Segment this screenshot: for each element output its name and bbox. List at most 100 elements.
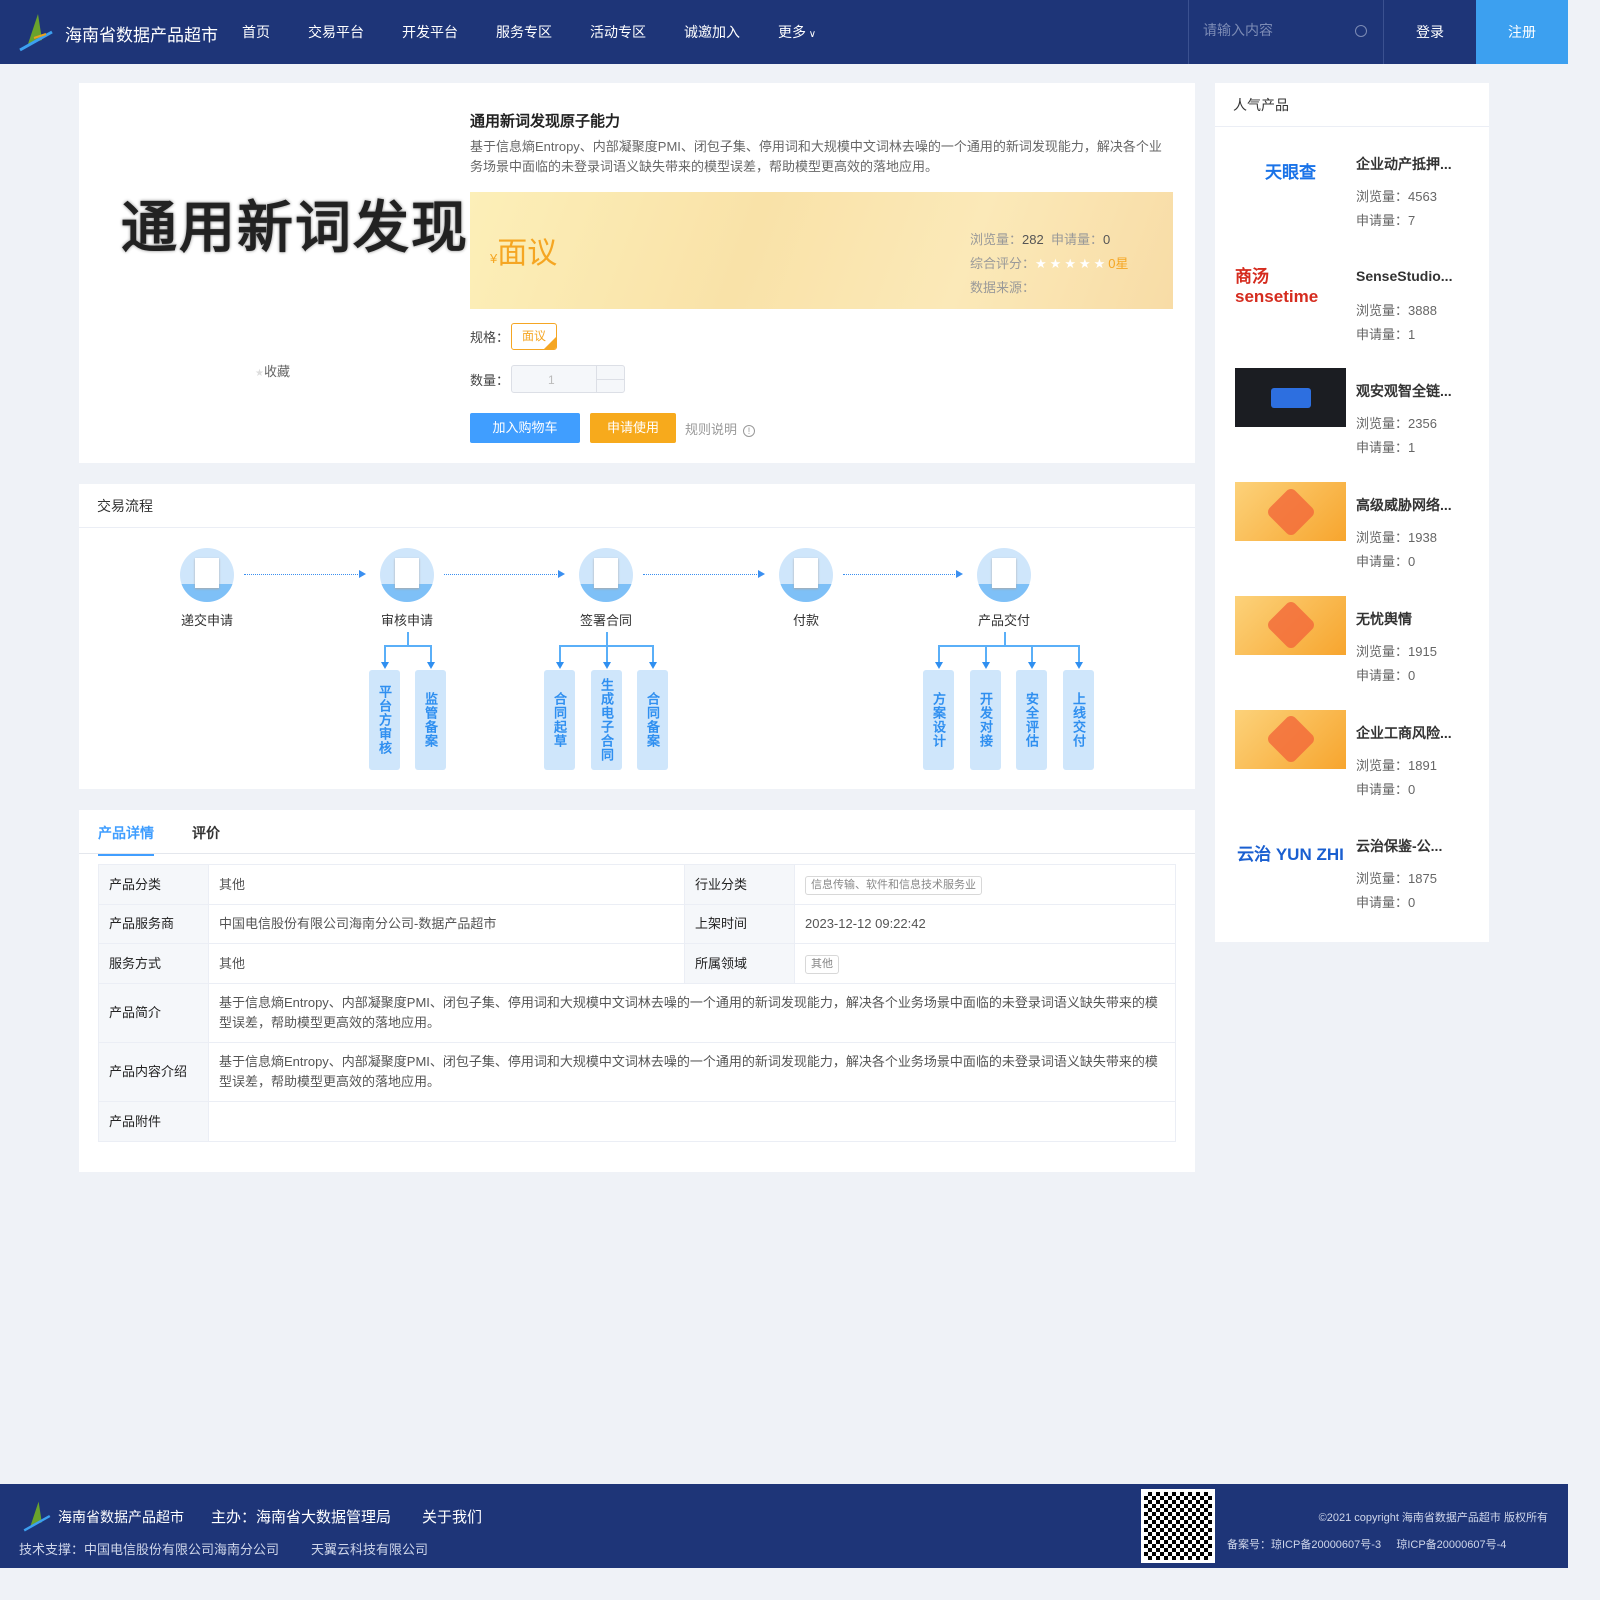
tab-product-details[interactable]: 产品详情 [98, 823, 154, 856]
applies-label: 申请量： [1356, 213, 1409, 228]
flow-step: 递交申请 [152, 548, 262, 629]
flow-connector [606, 632, 608, 646]
source-label: 数据来源： [970, 280, 1036, 295]
flow-step: 审核申请 [352, 548, 462, 629]
row-key: 行业分类 [684, 864, 795, 905]
stepper-arrows[interactable] [596, 366, 625, 392]
product-thumbnail[interactable]: 云治 YUN ZHI [1235, 823, 1346, 883]
views-value: 1915 [1408, 643, 1437, 659]
site-brand[interactable]: 海南省数据产品超市 [65, 21, 218, 46]
details-table: 产品分类 其他 行业分类 信息传输、软件和信息技术服务业 产品服务商 中国电信股份有限公司… [98, 864, 1176, 1142]
product-name[interactable]: 云治保鉴-公... [1356, 836, 1466, 856]
row-key: 所属领域 [684, 943, 795, 984]
product-views: 浏览量：1891 [1356, 755, 1437, 774]
login-button[interactable]: 登录 [1384, 0, 1476, 64]
flow-step-label: 签署合同 [579, 613, 632, 628]
row-value-text: 其他 [219, 955, 246, 971]
product-thumbnail[interactable] [1235, 368, 1346, 428]
row-value-text: 基于信息熵Entropy、内部凝聚度PMI、闭包子集、停用词和大规模中文词林去噪… [219, 1054, 1158, 1089]
footer-support: 技术支撑：中国电信股份有限公司海南分公司 [19, 1542, 280, 1557]
flow-arrowhead [935, 662, 943, 669]
tab-reviews[interactable]: 评价 [192, 823, 220, 843]
logo-text: 云治 YUN ZHI [1237, 845, 1344, 865]
icp-1[interactable]: 琼ICP备20000607号-3 [1271, 1539, 1381, 1551]
nav-more-label: 更多 [778, 24, 806, 40]
flow-arrowhead [1075, 662, 1083, 669]
product-name[interactable]: 高级威胁网络... [1356, 495, 1466, 515]
product-applies: 申请量：0 [1356, 779, 1415, 798]
product-name[interactable]: 无忧舆情 [1356, 609, 1466, 629]
row-value-text: 其他 [805, 955, 839, 974]
flow-step-icon [977, 548, 1031, 602]
popular-title: 人气产品 [1215, 83, 1489, 127]
applies-label: 申请量： [1356, 667, 1409, 683]
nav-trading[interactable]: 交易平台 [308, 22, 364, 42]
product-thumbnail[interactable] [1235, 709, 1346, 769]
product-thumbnail[interactable]: 商汤 sensetime [1235, 254, 1346, 314]
popular-item[interactable]: 商汤 sensetime SenseStudio... 浏览量：3888 申请量：1 [1235, 254, 1475, 342]
product-views: 浏览量：1915 [1356, 641, 1437, 660]
product-name[interactable]: 企业工商风险... [1356, 723, 1466, 743]
flow-substep: 方案设计 [923, 670, 954, 770]
apply-button[interactable]: 申请使用 [590, 413, 676, 443]
nav-more[interactable]: 更多 ∨ [778, 22, 816, 42]
flow-connector [606, 645, 608, 663]
product-views: 浏览量：2356 [1356, 413, 1437, 432]
popular-item[interactable]: 天眼查 企业动产抵押... 浏览量：4563 申请量：7 [1235, 141, 1475, 228]
popular-item[interactable]: 无忧舆情 浏览量：1915 申请量：0 [1235, 595, 1475, 683]
nav-home[interactable]: 首页 [242, 22, 270, 42]
nav-service[interactable]: 服务专区 [496, 22, 552, 42]
popular-item[interactable]: 高级威胁网络... 浏览量：1938 申请量：0 [1235, 482, 1475, 569]
footer: 海南省数据产品超市 主办：海南省大数据管理局 关于我们 技术支撑：中国电信股份有… [0, 1484, 1568, 1568]
product-thumbnail[interactable] [1235, 595, 1346, 655]
nav-join[interactable]: 诚邀加入 [684, 22, 740, 42]
row-key: 服务方式 [98, 943, 209, 984]
product-illustration [1270, 387, 1311, 408]
nav-dev[interactable]: 开发平台 [402, 22, 458, 42]
flow-arrowhead [427, 662, 435, 669]
flow-substep: 安全评估 [1016, 670, 1047, 770]
product-thumbnail[interactable]: 天眼查 [1235, 141, 1346, 200]
add-to-cart-button[interactable]: 加入购物车 [470, 413, 580, 443]
row-key: 上架时间 [684, 904, 795, 944]
popular-item[interactable]: 企业工商风险... 浏览量：1891 申请量：0 [1235, 709, 1475, 797]
icp-2[interactable]: 琼ICP备20000607号-4 [1396, 1539, 1506, 1551]
product-thumbnail[interactable] [1235, 482, 1346, 542]
flow-arrowhead [649, 662, 657, 669]
product-name[interactable]: SenseStudio... [1356, 268, 1466, 284]
quantity-stepper[interactable]: 1 [511, 365, 625, 393]
product-illustration [1265, 713, 1316, 765]
search-input[interactable] [1203, 22, 1353, 38]
spec-option[interactable]: 面议 [511, 323, 557, 350]
icp-label: 备案号： [1227, 1539, 1271, 1551]
about-link[interactable]: 关于我们 [422, 1506, 482, 1527]
logo-text: 商汤 sensetime [1235, 266, 1319, 306]
register-button[interactable]: 注册 [1476, 0, 1568, 64]
qr-code [1141, 1489, 1215, 1563]
product-name[interactable]: 企业动产抵押... [1356, 154, 1466, 174]
rules-link[interactable]: 规则说明! [685, 419, 756, 438]
row-key: 产品内容介绍 [98, 1042, 209, 1102]
popular-products: 人气产品 天眼查 企业动产抵押... 浏览量：4563 申请量：7 商汤 senseti… [1215, 83, 1489, 942]
trade-flow-title: 交易流程 [79, 484, 1195, 528]
product-name[interactable]: 观安观智全链... [1356, 381, 1466, 401]
views-value: 282 [1022, 232, 1044, 247]
favorite-label: 收藏 [263, 364, 290, 379]
icp: 备案号：琼ICP备20000607号-3 琼ICP备20000607号-4 [1227, 1536, 1506, 1552]
flow-arrowhead [982, 662, 990, 669]
search-icon[interactable] [1355, 25, 1367, 37]
flow-substep: 上线交付 [1063, 670, 1094, 770]
applies-value: 1 [1408, 440, 1416, 456]
views-value: 1875 [1408, 871, 1437, 887]
site-logo[interactable] [18, 12, 54, 52]
flow-substep: 合同起草 [544, 670, 575, 770]
popular-item[interactable]: 观安观智全链... 浏览量：2356 申请量：1 [1235, 368, 1475, 455]
product-applies: 申请量：7 [1356, 210, 1415, 229]
flow-arrowhead [603, 662, 611, 669]
favorite-button[interactable]: ★收藏 [255, 361, 290, 380]
rating-label: 综合评分： [970, 256, 1036, 271]
flow-connector [430, 645, 432, 663]
nav-events[interactable]: 活动专区 [590, 22, 646, 42]
trade-flow-card: 交易流程 递交申请 审核申请 平台方审核 监管备案 签署合同 合同起草 生成电子合同 合同备案… [79, 484, 1195, 789]
popular-item[interactable]: 云治 YUN ZHI 云治保鉴-公... 浏览量：1875 申请量：0 [1235, 823, 1475, 910]
